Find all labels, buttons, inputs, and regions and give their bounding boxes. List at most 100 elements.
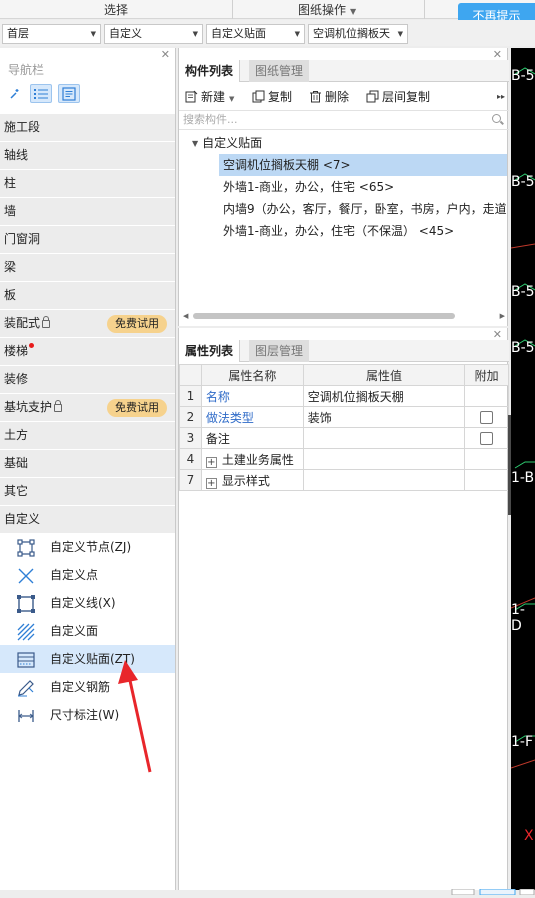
nav-item-label: 楼梯 — [4, 344, 29, 358]
more-icon[interactable]: ▸▸ — [497, 88, 505, 106]
horizontal-scrollbar[interactable]: ◀ ▶ — [183, 312, 505, 320]
nav-item-column[interactable]: 柱 — [0, 169, 175, 197]
tab-drawing-management[interactable]: 图纸管理 — [249, 60, 310, 82]
tab-property-list[interactable]: 属性列表 — [179, 340, 241, 362]
drawing-ops-tab[interactable]: 图纸操作 ▼ — [298, 1, 356, 18]
sub-item-label: 自定义节点(ZJ) — [50, 540, 132, 554]
nav-item-axis[interactable]: 轴线 — [0, 141, 175, 169]
extra-cell — [464, 406, 509, 428]
nav-item-decoration[interactable]: 装修 — [0, 365, 175, 393]
dimension-icon — [18, 710, 34, 722]
search-placeholder: 搜索构件... — [183, 113, 238, 126]
component-search-input[interactable]: 搜索构件... — [179, 110, 509, 130]
table-row[interactable]: 3 备注 — [179, 427, 509, 449]
lock-icon — [42, 316, 51, 328]
detail-view-icon[interactable] — [58, 84, 80, 103]
table-row[interactable]: 4 + 土建业务属性 — [179, 448, 509, 470]
scroll-right-icon[interactable]: ▶ — [500, 312, 505, 320]
tree-root[interactable]: ▼ 自定义贴面 — [179, 132, 509, 154]
free-trial-badge[interactable]: 免费试用 — [107, 399, 167, 417]
sub-item-custom-line[interactable]: 自定义线(X) — [0, 589, 175, 617]
nav-item-door-window[interactable]: 门窗洞 — [0, 225, 175, 253]
table-header: 属性名称 属性值 附加 — [179, 364, 509, 386]
table-row[interactable]: 7 + 显示样式 — [179, 469, 509, 491]
sub-item-custom-rebar[interactable]: 自定义钢筋 — [0, 673, 175, 701]
sub-item-custom-node[interactable]: 自定义节点(ZJ) — [0, 533, 175, 561]
list-view-icon[interactable] — [30, 84, 52, 103]
tab-layer-management[interactable]: 图层管理 — [249, 340, 310, 362]
cad-axis-label: 1-F — [511, 734, 534, 750]
extra-checkbox[interactable] — [480, 411, 494, 424]
table-row[interactable]: 2 做法类型 装饰 — [179, 406, 509, 428]
property-value[interactable]: 装饰 — [302, 406, 466, 428]
nav-item-stairs[interactable]: 楼梯 — [0, 337, 175, 365]
cad-axis-label: B-5 — [511, 340, 535, 356]
table-row[interactable]: 1 名称 空调机位搁板天棚 — [179, 385, 509, 407]
cad-canvas[interactable]: B-5 B-5 B-5 B-5 1-B 1-D 1-F X — [511, 48, 535, 890]
floor-select[interactable]: 首层 ▼ — [2, 24, 101, 44]
nav-item-label: 墙 — [4, 204, 17, 218]
property-group[interactable]: + 显示样式 — [200, 469, 304, 491]
trash-icon — [309, 90, 322, 103]
nav-item-label: 土方 — [4, 428, 29, 442]
pin-icon[interactable] — [4, 84, 26, 103]
close-icon[interactable]: ✕ — [161, 48, 170, 61]
nav-item-foundation-pit[interactable]: 基坑支护 免费试用 — [0, 393, 175, 421]
nav-item-wall[interactable]: 墙 — [0, 197, 175, 225]
property-list-pane: ✕ 属性列表 图层管理 属性名称 属性值 附加 1 名称 空调机位搁板天棚 2 … — [178, 328, 509, 890]
property-name: 备注 — [200, 427, 304, 449]
tree-item[interactable]: 外墙1-商业，办公，住宅（不保温） <45> — [179, 220, 509, 242]
new-button[interactable]: 新建 ▼ — [185, 88, 234, 106]
nav-item-label: 自定义 — [4, 512, 41, 526]
free-trial-badge[interactable]: 免费试用 — [107, 315, 167, 333]
nav-item-beam[interactable]: 梁 — [0, 253, 175, 281]
nav-item-construction-section[interactable]: 施工段 — [0, 113, 175, 141]
nav-item-slab[interactable]: 板 — [0, 281, 175, 309]
floor-copy-button[interactable]: 层间复制 — [366, 88, 430, 106]
component-select[interactable]: 空调机位搁板天 ▼ — [308, 24, 408, 44]
sub-item-custom-point[interactable]: 自定义点 — [0, 561, 175, 589]
expand-plus-icon[interactable]: + — [205, 456, 217, 468]
nav-item-prefab[interactable]: 装配式 免费试用 — [0, 309, 175, 337]
select-tab[interactable]: 选择 — [0, 1, 232, 18]
extra-cell — [464, 385, 509, 407]
property-value — [302, 448, 466, 470]
category-select[interactable]: 自定义 ▼ — [104, 24, 203, 44]
delete-button[interactable]: 删除 — [309, 88, 349, 106]
sub-item-custom-face[interactable]: 自定义面 — [0, 617, 175, 645]
scroll-left-icon[interactable]: ◀ — [183, 312, 188, 320]
sub-item-dimension[interactable]: 尺寸标注(W) — [0, 701, 175, 729]
property-group[interactable]: + 土建业务属性 — [200, 448, 304, 470]
nav-item-foundation[interactable]: 基础 — [0, 449, 175, 477]
type-select[interactable]: 自定义贴面 ▼ — [206, 24, 305, 44]
top-toolbar: 选择 图纸操作 ▼ — [0, 0, 535, 19]
copy-button[interactable]: 复制 — [252, 88, 292, 106]
sub-item-label: 自定义点 — [50, 568, 99, 582]
search-icon[interactable] — [492, 114, 501, 123]
dropdown-arrow-icon: ▼ — [90, 30, 96, 38]
property-value[interactable] — [302, 427, 466, 449]
scroll-thumb[interactable] — [193, 313, 455, 319]
tab-component-list[interactable]: 构件列表 — [179, 60, 241, 82]
property-value[interactable]: 空调机位搁板天棚 — [302, 385, 466, 407]
nav-item-custom[interactable]: 自定义 — [0, 505, 175, 533]
nav-item-other[interactable]: 其它 — [0, 477, 175, 505]
extra-checkbox[interactable] — [480, 432, 494, 445]
sub-item-custom-veneer[interactable]: 自定义贴面(ZT) — [0, 645, 175, 673]
expand-plus-icon[interactable]: + — [205, 477, 217, 489]
sub-item-label: 自定义线(X) — [50, 596, 116, 610]
nav-item-label: 基础 — [4, 456, 29, 470]
row-number: 7 — [179, 469, 202, 491]
sub-item-label: 自定义贴面(ZT) — [50, 652, 135, 666]
nav-item-earthwork[interactable]: 土方 — [0, 421, 175, 449]
tree-item[interactable]: 外墙1-商业，办公，住宅 <65> — [179, 176, 509, 198]
tree-item[interactable]: 内墙9（办公，客厅，餐厅，卧室，书房，户内，走道 — [179, 198, 509, 220]
tree-item[interactable]: 空调机位搁板天棚 <7> — [219, 154, 507, 176]
sub-item-label: 自定义面 — [50, 624, 99, 638]
custom-veneer-icon — [17, 652, 35, 668]
floor-copy-icon — [366, 90, 379, 103]
nav-item-label: 梁 — [4, 260, 17, 274]
dropdown-arrow-icon: ▼ — [229, 95, 235, 103]
property-tabs: 属性列表 图层管理 — [179, 340, 509, 362]
collapse-triangle-icon[interactable]: ▼ — [192, 133, 198, 154]
